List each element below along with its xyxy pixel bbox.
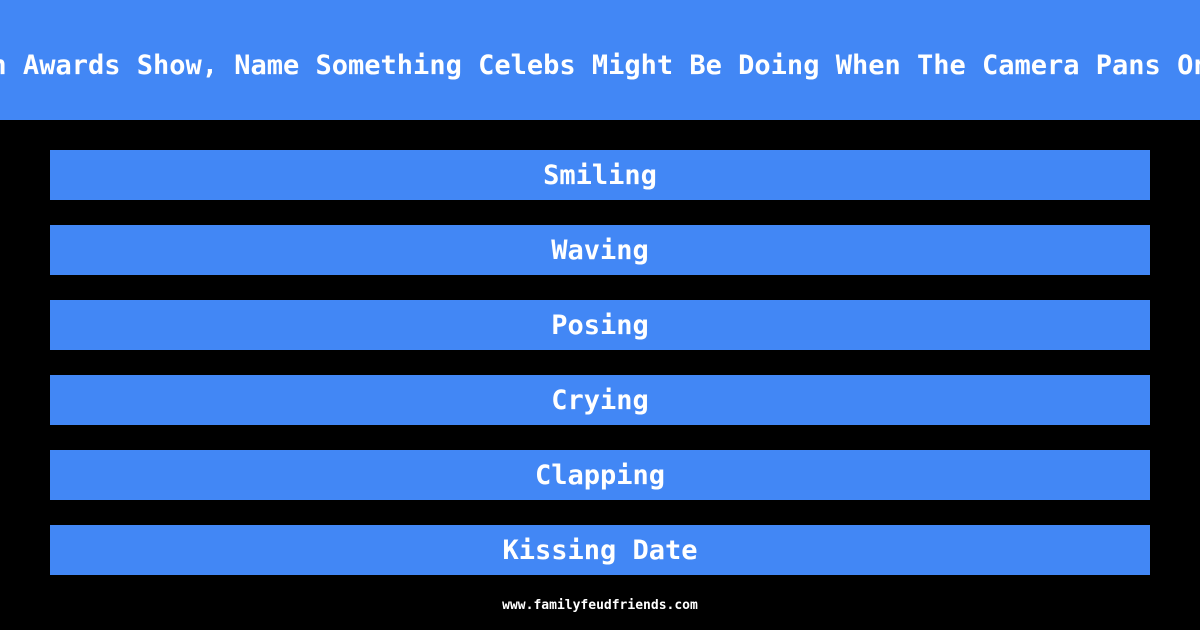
site-url: www.familyfeudfriends.com xyxy=(502,598,698,613)
question-title: n Awards Show, Name Something Celebs Mig… xyxy=(0,49,1200,81)
answer-item: Waving xyxy=(50,225,1150,275)
answer-list: Smiling Waving Posing Crying Clapping Ki… xyxy=(50,150,1150,600)
answer-item: Smiling xyxy=(50,150,1150,200)
answer-item: Kissing Date xyxy=(50,525,1150,575)
answer-item: Crying xyxy=(50,375,1150,425)
question-banner: n Awards Show, Name Something Celebs Mig… xyxy=(0,0,1200,120)
answer-item: Posing xyxy=(50,300,1150,350)
answer-item: Clapping xyxy=(50,450,1150,500)
